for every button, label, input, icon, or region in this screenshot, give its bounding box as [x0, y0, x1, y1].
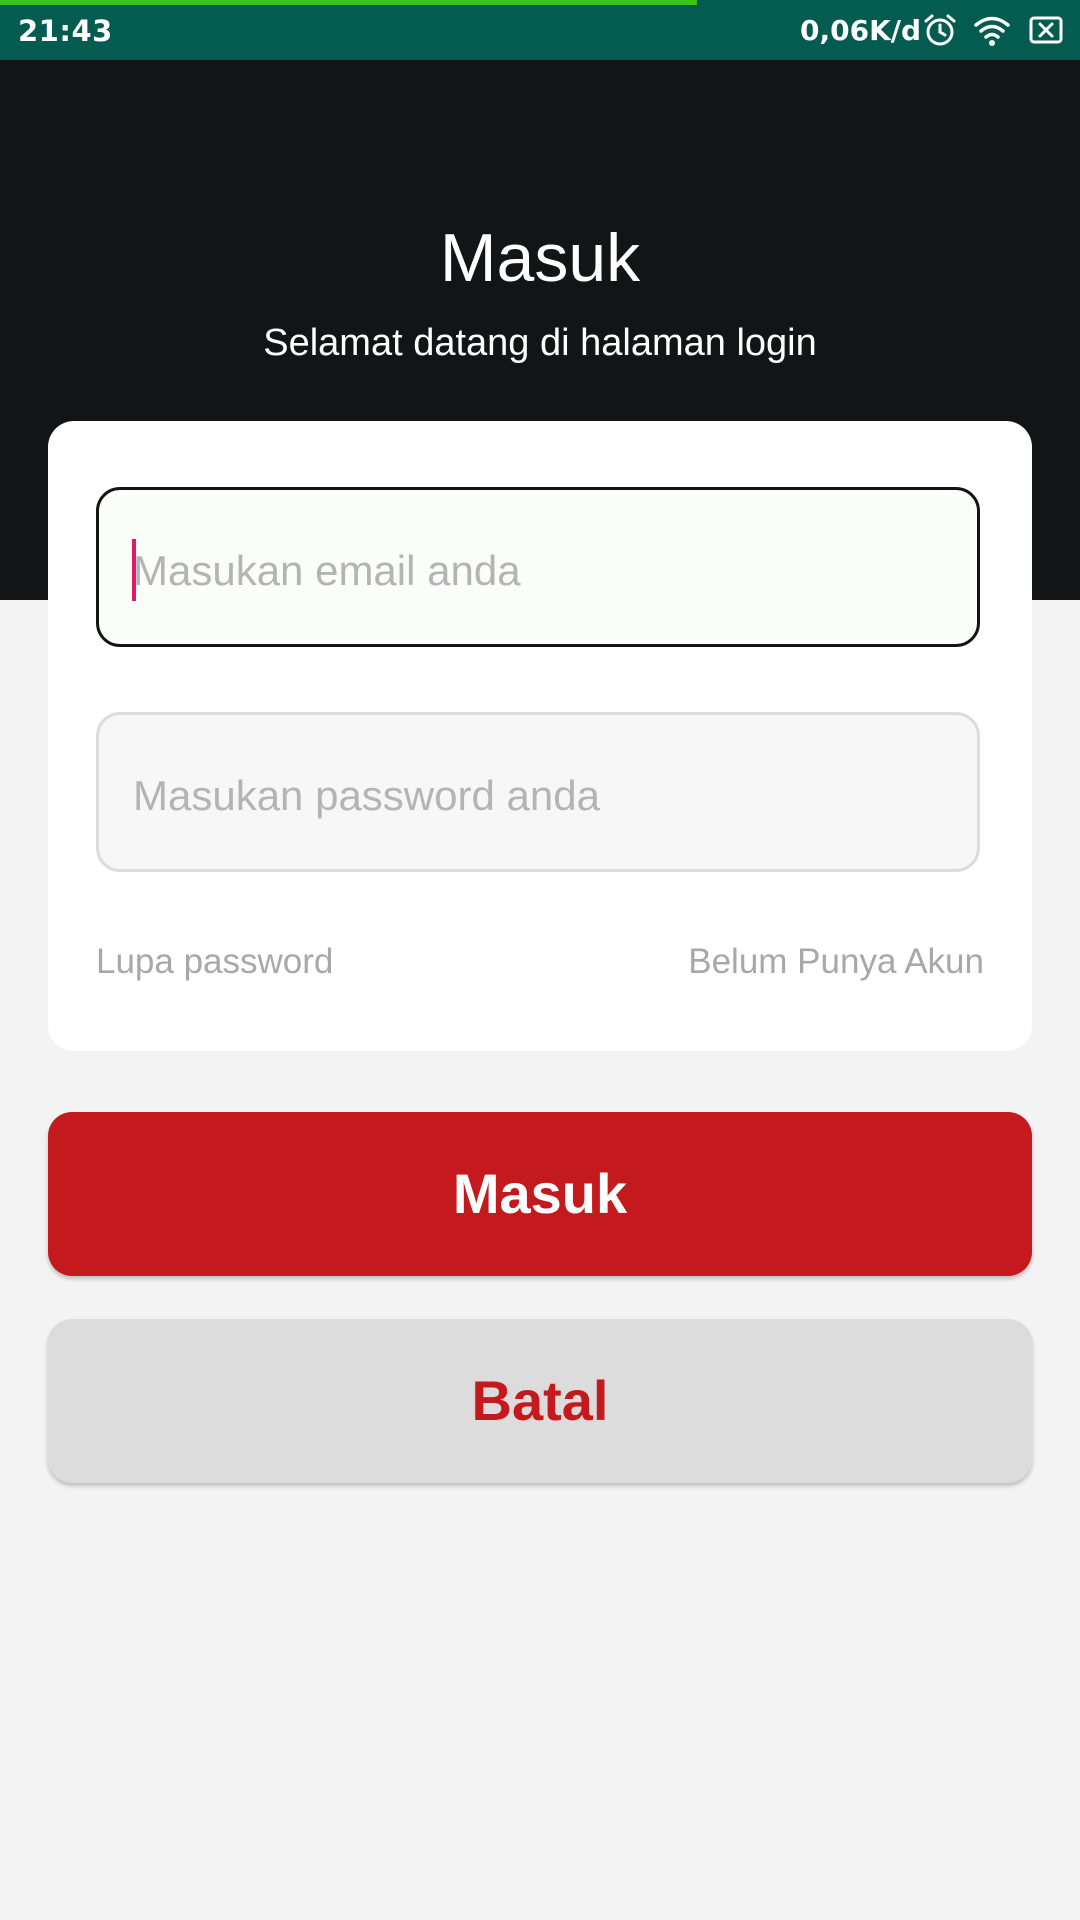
login-card: Masukan email anda Masukan password anda…	[48, 421, 1032, 1051]
status-bar: 21:43 0,06K/d	[0, 0, 1080, 60]
email-placeholder: Masukan email anda	[133, 547, 521, 594]
network-speed: 0,06K/d	[800, 14, 922, 47]
forgot-password-link[interactable]: Lupa password	[96, 941, 333, 983]
page-title: Masuk	[439, 220, 641, 296]
alarm-icon	[924, 14, 956, 46]
page-subtitle: Selamat datang di halaman login	[263, 322, 817, 364]
loading-progress-bar	[0, 0, 697, 5]
register-link[interactable]: Belum Punya Akun	[688, 941, 984, 983]
status-time: 21:43	[18, 14, 113, 48]
email-field[interactable]: Masukan email anda	[96, 487, 980, 647]
password-placeholder: Masukan password anda	[133, 772, 600, 819]
password-field[interactable]: Masukan password anda	[96, 712, 980, 872]
no-sim-icon	[1029, 16, 1063, 44]
wifi-icon	[974, 16, 1010, 46]
login-button[interactable]: Masuk	[48, 1112, 1032, 1276]
cancel-button[interactable]: Batal	[48, 1319, 1032, 1483]
